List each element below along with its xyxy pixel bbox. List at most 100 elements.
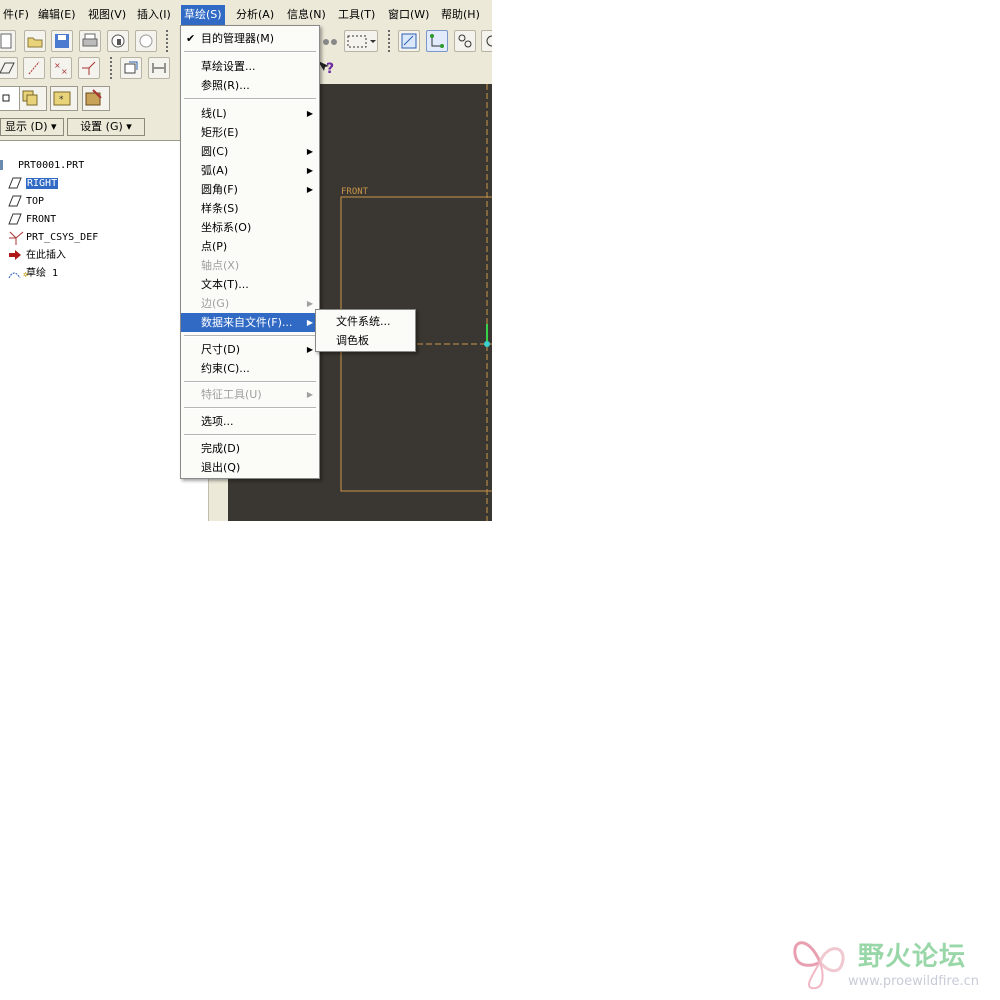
menu-item-fillet[interactable]: 圆角(F) ▶ — [181, 180, 319, 199]
front-datum-label: FRONT — [341, 187, 369, 197]
menu-item-circle[interactable]: 圆(C) ▶ — [181, 142, 319, 161]
menu-item-spline[interactable]: 样条(S) — [181, 199, 319, 218]
send-mail-button[interactable] — [107, 30, 129, 52]
menu-view[interactable]: 视图(V) — [85, 5, 129, 25]
menu-item-done[interactable]: 完成(D) — [181, 439, 319, 458]
menu-item-axis-point: 轴点(X) — [201, 259, 240, 272]
menu-item-data-from-file[interactable]: 数据来自文件(F)... ▶ — [181, 313, 319, 332]
tree-item-top[interactable]: TOP — [8, 194, 44, 210]
constraint-icon — [458, 34, 472, 48]
send-link-button[interactable] — [135, 30, 157, 52]
repaint-icon — [124, 61, 138, 74]
part-icon — [0, 159, 14, 171]
watermark-url: www.proewildfire.cn — [848, 974, 979, 989]
menu-item-dimension[interactable]: 尺寸(D) ▶ — [181, 340, 319, 359]
sketch-orient-icon — [401, 33, 417, 49]
sketch-menu: ✔ 目的管理器(M) 草绘设置... 参照(R)... 线(L) ▶ 矩形(E) 圆… — [180, 25, 320, 479]
menu-item-quit[interactable]: 退出(Q) — [181, 458, 319, 477]
menu-item-constraint[interactable]: 约束(C)... — [181, 359, 319, 378]
menu-item-rectangle[interactable]: 矩形(E) — [181, 123, 319, 142]
menu-edit[interactable]: 编辑(E) — [35, 5, 79, 25]
datum-plane-display-button[interactable] — [0, 57, 18, 79]
display-dropdown[interactable]: 显示 (D) ▾ — [0, 118, 64, 136]
menu-separator — [184, 434, 316, 436]
save-icon — [55, 34, 69, 48]
tab-layers[interactable] — [19, 86, 47, 111]
menu-help[interactable]: 帮助(H) — [438, 5, 483, 25]
tree-item-front[interactable]: FRONT — [8, 212, 56, 228]
menu-item-options[interactable]: 选项... — [181, 412, 319, 431]
menu-item-feature-tools: 特征工具(U) ▶ — [181, 385, 319, 404]
menu-item-point[interactable]: 点(P) — [181, 237, 319, 256]
menu-separator — [184, 335, 316, 337]
tree-item-right[interactable]: RIGHT — [8, 176, 59, 192]
menu-item-sketch-setup[interactable]: 草绘设置... — [181, 57, 319, 76]
submenu-item-file-system[interactable]: 文件系统... — [316, 312, 415, 331]
sketch-icon: ✲ — [8, 267, 28, 280]
tree-item-csys[interactable]: PRT_CSYS_DEF — [8, 230, 98, 246]
menu-item-arc[interactable]: 弧(A) ▶ — [181, 161, 319, 180]
menu-item-intent-manager[interactable]: ✔ 目的管理器(M) — [181, 29, 319, 48]
menu-sketch[interactable]: 草绘(S) — [181, 5, 225, 25]
submenu-arrow-icon: ▶ — [306, 390, 313, 399]
save-button[interactable] — [51, 30, 73, 52]
svg-text:*: * — [59, 95, 64, 105]
grid-display-button[interactable] — [481, 30, 492, 52]
menu-item-coordinate-system[interactable]: 坐标系(O) — [181, 218, 319, 237]
csys-icon — [82, 61, 96, 75]
selection-filter-dropdown[interactable] — [344, 30, 378, 52]
menu-insert[interactable]: 插入(I) — [134, 5, 174, 25]
menu-item-references[interactable]: 参照(R)... — [181, 76, 319, 95]
link-mail-icon — [139, 34, 153, 48]
submenu-arrow-icon: ▶ — [306, 166, 313, 175]
menu-tools[interactable]: 工具(T) — [335, 5, 378, 25]
submenu-arrow-icon: ▶ — [306, 109, 313, 118]
menu-item-line[interactable]: 线(L) ▶ — [181, 104, 319, 123]
datum-plane-icon — [8, 177, 22, 189]
search-button[interactable] — [320, 30, 342, 52]
open-button[interactable] — [24, 30, 46, 52]
dimension-display-button[interactable] — [148, 57, 170, 79]
menu-info[interactable]: 信息(N) — [284, 5, 329, 25]
datum-axis-display-button[interactable] — [23, 57, 45, 79]
model-tree: PRT0001.PRT RIGHT TOP FRONT PRT_CSYS_DEF… — [0, 140, 208, 521]
butterfly-logo-icon — [793, 941, 845, 990]
mail-icon — [111, 34, 125, 48]
svg-text:×: × — [61, 67, 68, 76]
menu-window[interactable]: 窗口(W) — [385, 5, 432, 25]
submenu-arrow-icon: ▶ — [306, 318, 313, 327]
open-folder-icon — [27, 37, 43, 48]
model-tree-icon — [2, 94, 10, 102]
sketch-constraint-toggle[interactable] — [426, 30, 448, 52]
tree-item-insert-here[interactable]: 在此插入 — [8, 248, 66, 264]
submenu-arrow-icon: ▶ — [306, 299, 313, 308]
datum-point-icon: ×× — [54, 61, 68, 76]
csys-display-button[interactable] — [78, 57, 100, 79]
new-file-button[interactable] — [0, 30, 16, 52]
print-button[interactable] — [79, 30, 101, 52]
menu-item-text[interactable]: 文本(T)... — [181, 275, 319, 294]
tab-folder-browser[interactable]: * — [50, 86, 78, 111]
settings-dropdown[interactable]: 设置 (G) ▾ — [67, 118, 145, 136]
repaint-button[interactable] — [120, 57, 142, 79]
constraint-display-button[interactable] — [454, 30, 476, 52]
tree-item-part[interactable]: PRT0001.PRT — [0, 158, 84, 174]
tree-item-sketch1[interactable]: ✲ 草绘 1 — [8, 266, 58, 282]
coordinate-system-icon — [8, 231, 24, 245]
menu-separator — [184, 98, 316, 100]
forum-watermark: 野火论坛 www.proewildfire.cn — [788, 932, 998, 994]
vertex-display-icon — [430, 34, 444, 48]
layers-icon — [22, 90, 38, 106]
sketch-view-button[interactable] — [398, 30, 420, 52]
menu-separator — [184, 381, 316, 383]
menu-file[interactable]: 件(F) — [0, 5, 32, 25]
datum-plane-icon — [8, 213, 22, 225]
datum-point-display-button[interactable]: × × — [50, 57, 72, 79]
menu-bar: 件(F) 编辑(E) 视图(V) 插入(I) 草绘(S) 分析(A) 信息(N)… — [0, 5, 492, 25]
new-file-icon — [0, 33, 12, 49]
submenu-item-palette[interactable]: 调色板 — [316, 331, 415, 350]
menu-analysis[interactable]: 分析(A) — [233, 5, 277, 25]
svg-text:?: ? — [326, 61, 334, 77]
tab-favorites[interactable] — [82, 86, 110, 111]
datum-plane-icon — [8, 195, 22, 207]
